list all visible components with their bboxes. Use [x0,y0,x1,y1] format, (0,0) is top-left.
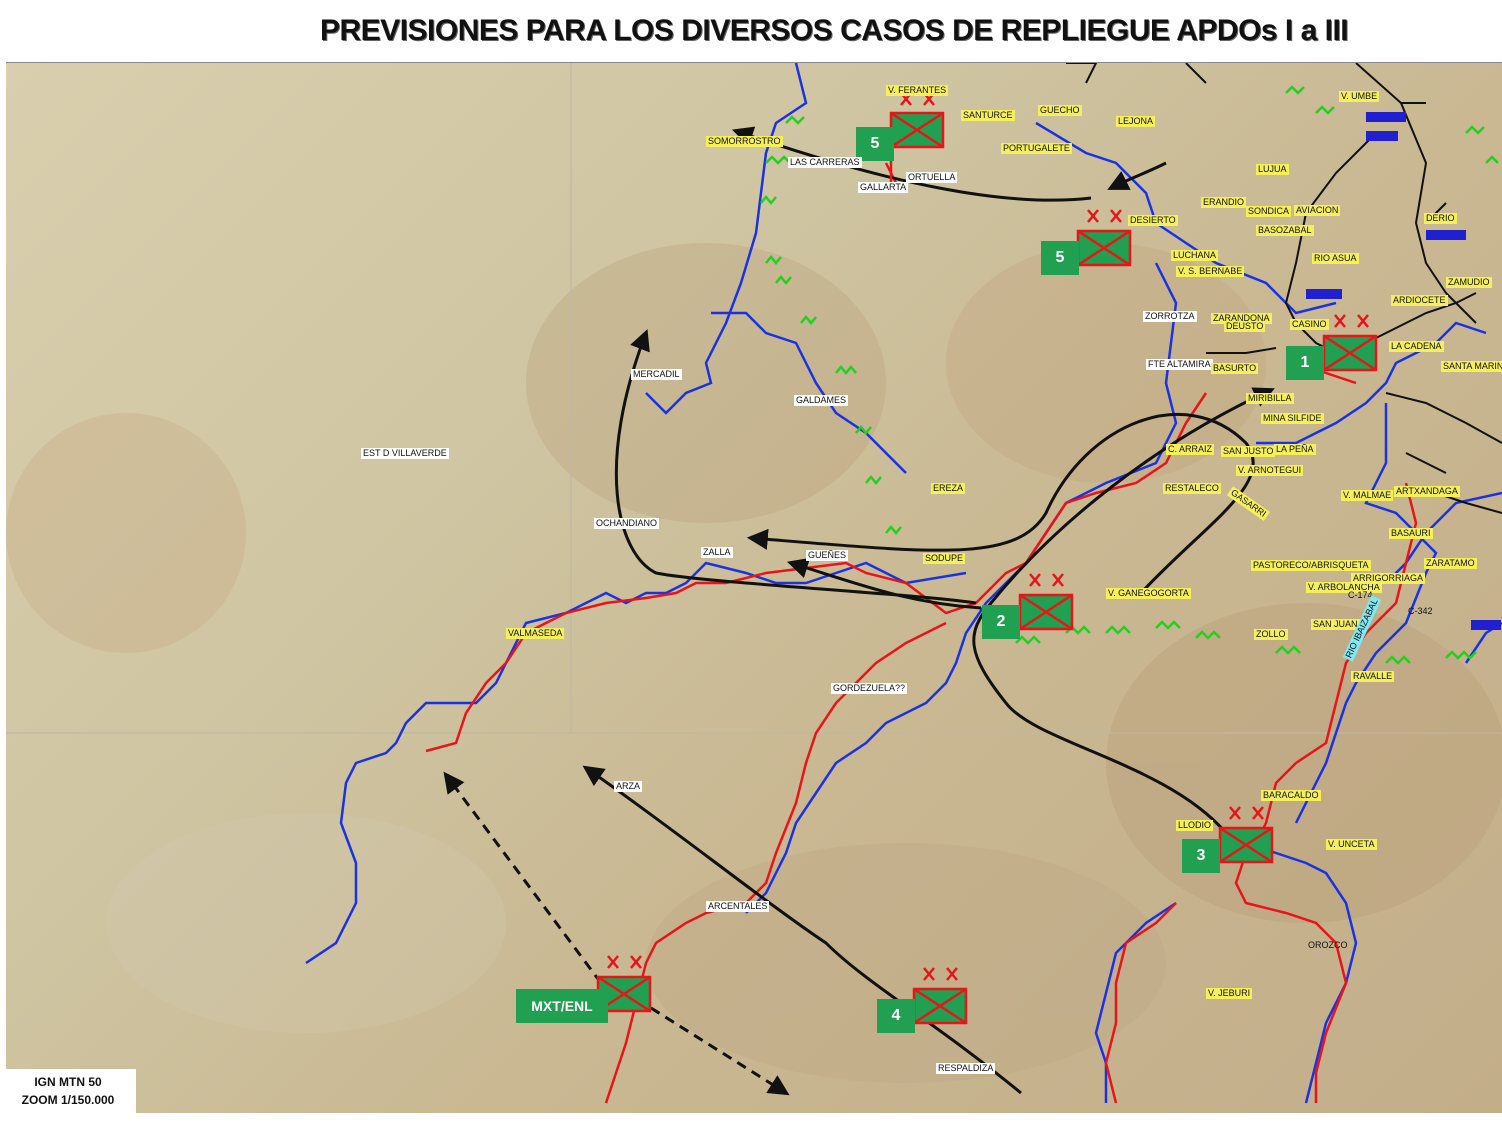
place-label: ARDIOCETE [1391,295,1448,306]
place-label: C-342 [1408,606,1433,616]
place-label: GORDEZUELA?? [831,683,908,694]
place-label: ARCENTALES [706,901,770,912]
place-label: V. S. BERNABE [1176,266,1245,277]
place-label: SANTA MARINA [1441,361,1502,372]
place-label: GALLARTA [858,182,909,193]
unit-label-1[interactable]: 1 [1286,346,1324,380]
unit-label-5a[interactable]: 5 [856,127,894,161]
place-label: SONDICA [1246,206,1292,217]
place-label: C. ARRAIZ [1166,444,1215,455]
place-label: LUCHANA [1171,250,1219,261]
place-label: GUECHO [1038,105,1082,116]
place-label: RESTALECO [1163,483,1221,494]
place-label: MIRIBILLA [1246,393,1294,404]
place-label: MINA SILFIDE [1261,413,1324,424]
unit-label-5b[interactable]: 5 [1041,241,1079,275]
place-label: RAVALLE [1351,671,1395,682]
place-label: SOMORROSTRO [706,136,783,147]
place-label: RIO ASUA [1312,253,1359,264]
place-label: V. GANEGOGORTA [1106,588,1191,599]
scale-note: IGN MTN 50 ZOOM 1/150.000 [0,1069,136,1119]
unit-symbol-5b [1076,209,1132,267]
place-label: OROZCO [1308,940,1348,950]
place-label: EST D VILLAVERDE [361,448,449,459]
place-label: BASAURI [1389,528,1433,539]
place-label: AVIACION [1294,205,1341,216]
place-label: SAN JUSTO [1221,446,1276,457]
unit-label-4[interactable]: 4 [877,999,915,1033]
place-label: ZORROTZA [1143,311,1197,322]
place-label: GALDAMES [794,395,849,406]
place-label: ZARATAMO [1424,558,1477,569]
place-label: V. FERANTES [886,85,949,96]
map-overlay [6,63,1502,1104]
map-canvas[interactable]: 5 5 1 2 3 4 MXT/ENL V. FERANTES SANTURCE… [6,62,1502,1113]
place-label: MERCADIL [631,369,682,380]
place-label: BASURTO [1211,363,1259,374]
place-label: SAN JUAN [1311,619,1360,630]
place-label: SANTURCE [961,110,1015,121]
place-label: DESIERTO [1128,215,1178,226]
place-label: ZOLLO [1254,629,1288,640]
place-label: PORTUGALETE [1001,143,1072,154]
place-label: SODUPE [923,553,966,564]
place-label: LLODIO [1176,820,1214,831]
place-label: OCHANDIANO [594,518,660,529]
place-label: BARACALDO [1261,790,1321,801]
unit-symbol-2 [1018,573,1074,631]
place-label: LEJONA [1116,116,1156,127]
place-label: ZALLA [701,547,733,558]
place-label: V. UNCETA [1326,839,1377,850]
place-label: GUEÑES [806,550,849,561]
unit-label-2[interactable]: 2 [982,605,1020,639]
place-label: ARTXANDAGA [1394,486,1460,497]
place-label: EREZA [931,483,966,494]
place-label: DEUSTO [1224,321,1266,332]
place-label: LA CADENA [1389,341,1444,352]
place-label: V. UMBE [1339,91,1380,102]
unit-symbol-1 [1322,314,1378,372]
place-label: PASTORECO/ABRISQUETA [1251,560,1371,571]
unit-label-mxt[interactable]: MXT/ENL [516,989,608,1023]
place-label: BASOZABAL [1256,225,1314,236]
place-label: DERIO [1424,213,1457,224]
scale-source: IGN MTN 50 [34,1075,102,1089]
unit-symbol-5a [889,92,945,183]
place-label: ARZA [614,781,643,792]
scale-zoom: ZOOM 1/150.000 [21,1093,115,1107]
place-label: ERANDIO [1201,197,1247,208]
place-label: RESPALDIZA [936,1063,996,1074]
place-label: ORTUELLA [906,172,958,183]
map-title: PREVISIONES PARA LOS DIVERSOS CASOS DE R… [320,14,1349,47]
place-label: LA PEÑA [1274,444,1316,455]
place-label: CASINO [1290,319,1329,330]
unit-label-3[interactable]: 3 [1182,839,1220,873]
place-label: LAS CARRERAS [788,157,862,168]
place-label: ZAMUDIO [1446,277,1492,288]
place-label: V. MALMAE [1341,490,1394,501]
place-label: V. JEBURI [1206,988,1253,999]
place-label: LUJUA [1256,164,1289,175]
place-label: VALMASEDA [506,628,565,639]
place-label: V. ARNOTEGUI [1236,465,1304,476]
place-label: FTE ALTAMIRA [1146,359,1213,370]
place-label: ARRIGORRIAGA [1351,573,1426,584]
